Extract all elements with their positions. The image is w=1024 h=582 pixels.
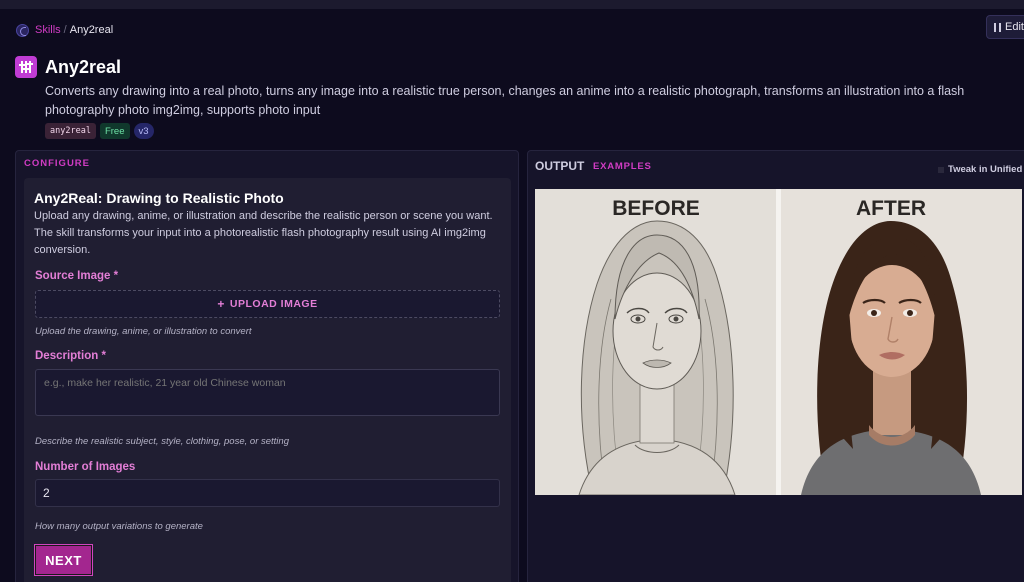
num-images-input[interactable]: 2 — [35, 479, 500, 507]
tag-list: any2real Free v3 — [45, 123, 154, 139]
sliders-icon — [15, 56, 37, 78]
description-hint: Describe the realistic subject, style, c… — [35, 436, 289, 447]
source-image-label: Source Image * — [35, 270, 119, 282]
app-logo-icon[interactable] — [16, 23, 29, 37]
before-label: BEFORE — [612, 197, 700, 220]
version-badge: v3 — [133, 123, 154, 139]
price-badge: Free — [99, 123, 130, 139]
source-image-hint: Upload the drawing, anime, or illustrati… — [35, 326, 252, 337]
plus-icon: + — [217, 297, 225, 311]
page-title: Any2real — [45, 57, 122, 77]
pause-icon — [994, 22, 1001, 32]
next-button[interactable]: NEXT — [35, 545, 92, 575]
tweak-icon — [938, 166, 944, 173]
upload-image-button[interactable]: + UPLOAD IMAGE — [35, 290, 500, 318]
description-input[interactable] — [35, 369, 500, 416]
num-images-label: Number of Images — [35, 461, 136, 473]
output-title: OUTPUT — [535, 159, 585, 173]
card-description: Upload any drawing, anime, or illustrati… — [34, 210, 493, 256]
edit-button[interactable]: Edit — [986, 15, 1024, 39]
breadcrumb-separator: / — [63, 24, 67, 36]
slug-tag: any2real — [45, 123, 96, 139]
num-images-hint: How many output variations to generate — [35, 521, 203, 532]
tweak-in-unified-button[interactable]: Tweak in Unified — [938, 164, 1022, 175]
top-bar — [0, 0, 1024, 9]
page-description: Converts any drawing into a real photo, … — [45, 84, 965, 117]
upload-image-label: UPLOAD IMAGE — [229, 298, 318, 310]
description-label: Description * — [35, 350, 106, 362]
examples-tab[interactable]: EXAMPLES — [593, 161, 652, 172]
breadcrumb: Skills / Any2real — [16, 23, 113, 37]
after-label: AFTER — [856, 197, 926, 220]
example-before-after-image: BEFORE AFTER — [535, 189, 1022, 495]
breadcrumb-current: Any2real — [69, 24, 114, 36]
card-title: Any2Real: Drawing to Realistic Photo — [34, 190, 284, 206]
breadcrumb-skills-link[interactable]: Skills — [35, 24, 61, 36]
configure-label: CONFIGURE — [24, 158, 90, 169]
edit-button-label: Edit — [1005, 21, 1024, 33]
